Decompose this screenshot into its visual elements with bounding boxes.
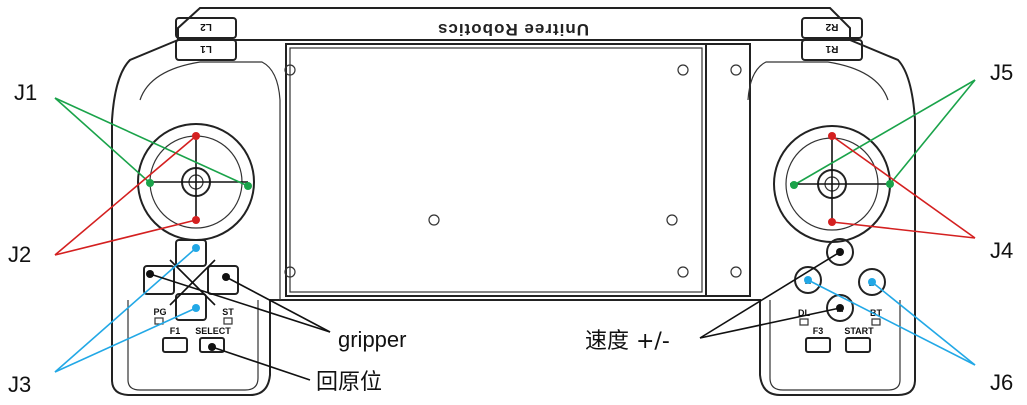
start-label: START: [844, 326, 874, 336]
l1-label: L1: [200, 43, 212, 54]
f3-label: F3: [813, 326, 824, 336]
speed-label: 速度 +/-: [585, 329, 670, 354]
right-shoulder: R2 R1: [801, 17, 863, 61]
gripper-label: gripper: [338, 327, 406, 352]
select-label: SELECT: [195, 326, 231, 336]
controller-diagram: Unitree Robotics L2 L1 R2 R1 PG ST F1 SE…: [8, 7, 1013, 397]
brand-text: Unitree Robotics: [437, 20, 589, 39]
f1-label: F1: [170, 326, 181, 336]
left-shoulder: L2 L1: [175, 17, 237, 61]
j5-label: J5: [990, 60, 1013, 85]
l2-label: L2: [200, 21, 212, 32]
st-label: ST: [222, 307, 234, 317]
j1-label: J1: [14, 80, 37, 105]
speed-callout: [699, 248, 844, 339]
r1-label: R1: [825, 43, 838, 54]
home-label: 回原位: [316, 370, 382, 395]
j6-label: J6: [990, 370, 1013, 395]
controller-body: [111, 7, 916, 396]
pg-label: PG: [153, 307, 166, 317]
j3-label: J3: [8, 372, 31, 397]
left-small-buttons: PG ST F1 SELECT: [153, 307, 234, 353]
r2-label: R2: [825, 21, 838, 32]
j4-label: J4: [990, 238, 1013, 263]
j4-callout: [828, 132, 976, 239]
j2-label: J2: [8, 242, 31, 267]
